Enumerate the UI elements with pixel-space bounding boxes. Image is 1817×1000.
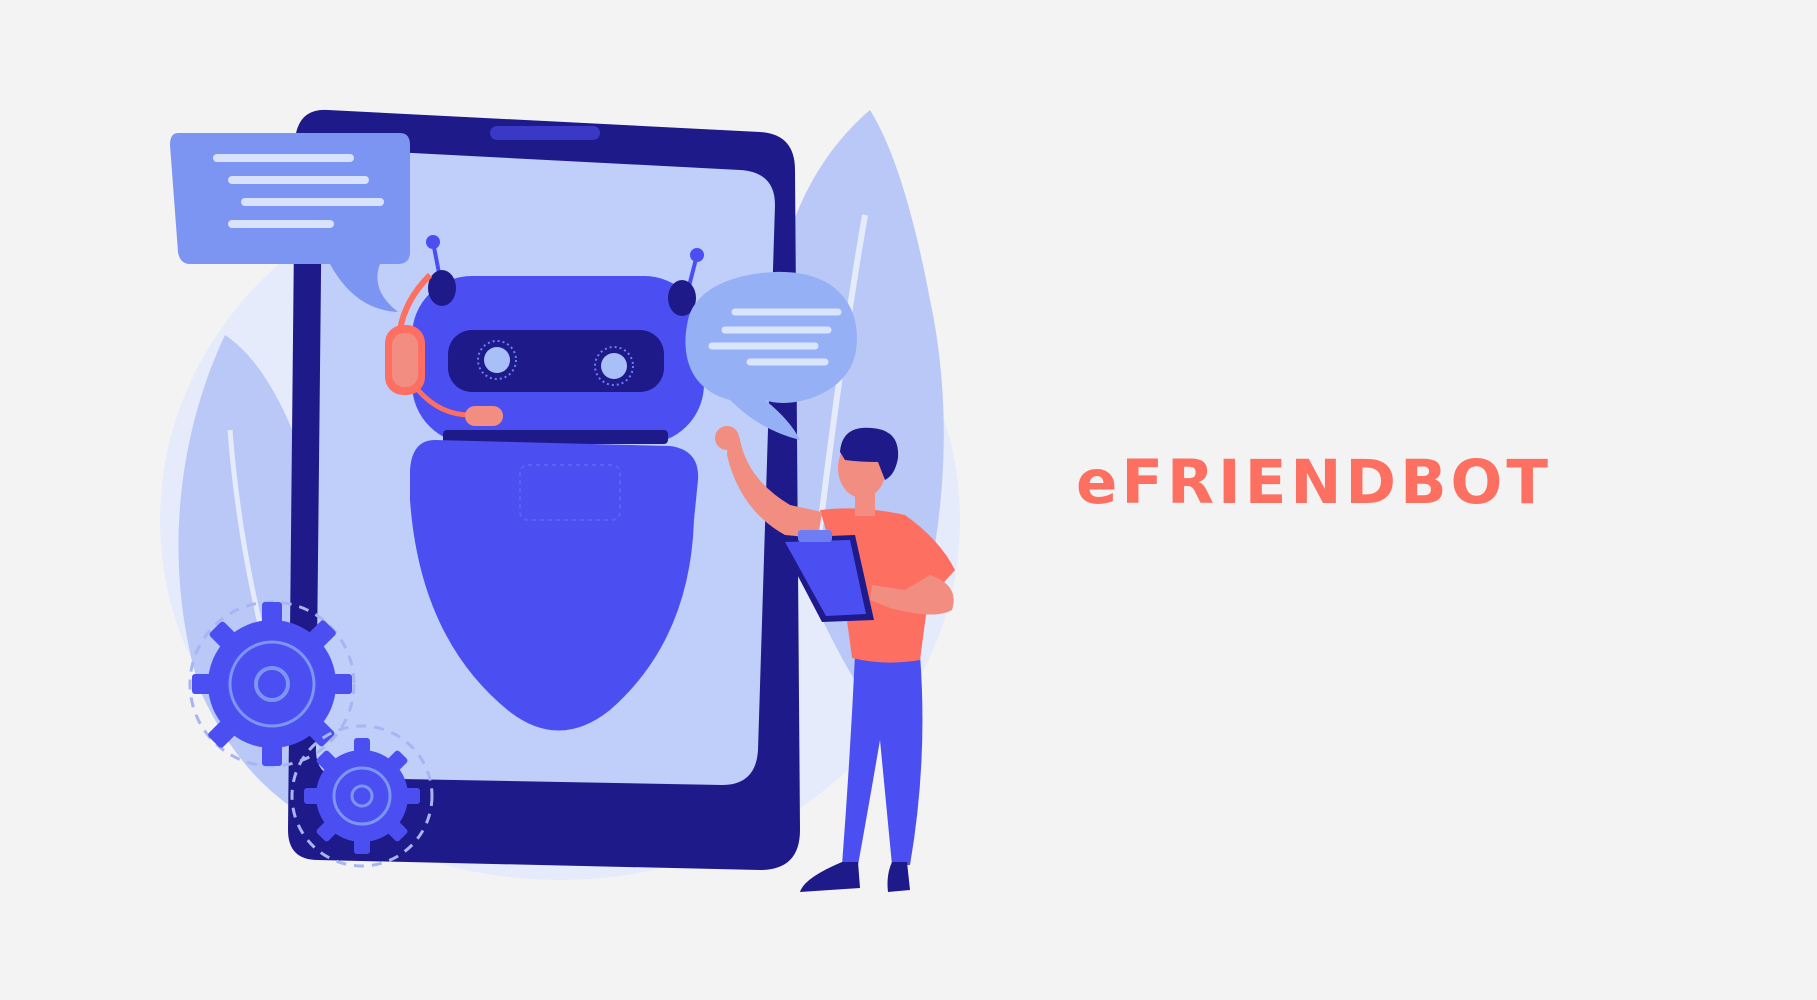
robot-eye-right (601, 353, 627, 379)
tablet-speaker (490, 126, 600, 140)
person-shoe-right (887, 862, 910, 892)
headset-mic (465, 406, 503, 426)
robot-ear-left (428, 270, 456, 306)
person-hand-raised (715, 426, 739, 450)
gear-small-icon (290, 724, 434, 868)
person-shoe-left (800, 862, 860, 892)
brand-title: eFRIENDBOT (1076, 447, 1553, 518)
person-legs (842, 655, 923, 865)
robot-visor (448, 330, 664, 392)
headset-earcup-inner (392, 333, 418, 387)
clipboard-clip (798, 530, 832, 542)
robot-eye-left (484, 347, 510, 373)
